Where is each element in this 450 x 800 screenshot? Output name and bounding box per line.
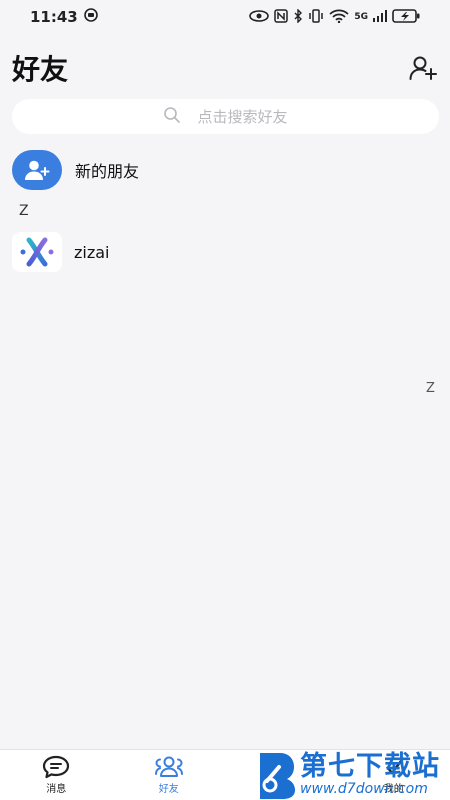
contact-avatar bbox=[12, 232, 62, 272]
nfc-icon bbox=[274, 8, 289, 26]
search-icon bbox=[163, 106, 181, 128]
network-type: 5G bbox=[354, 12, 368, 22]
new-friends-label: 新的朋友 bbox=[75, 162, 140, 181]
search-bar[interactable]: 点击搜索好友 bbox=[12, 99, 439, 134]
eye-icon bbox=[249, 9, 270, 25]
search-placeholder: 点击搜索好友 bbox=[197, 108, 288, 126]
header: 好友 bbox=[0, 48, 450, 88]
wifi-icon bbox=[329, 9, 349, 26]
contact-item[interactable]: zizai bbox=[12, 232, 438, 272]
friends-icon bbox=[154, 756, 183, 777]
section-header-z: Z bbox=[19, 203, 29, 219]
add-friend-button[interactable] bbox=[408, 53, 438, 83]
bluetooth-icon bbox=[293, 7, 303, 26]
contact-name: zizai bbox=[74, 242, 110, 262]
tab-friends-label: 好友 bbox=[158, 784, 179, 795]
index-letter-z[interactable]: Z bbox=[426, 381, 435, 396]
tab-messages-label: 消息 bbox=[46, 784, 67, 795]
add-user-icon bbox=[25, 160, 50, 180]
message-icon bbox=[43, 755, 70, 779]
signal-icon bbox=[373, 9, 387, 25]
new-friends-avatar bbox=[12, 150, 62, 190]
status-time: 11:43 bbox=[30, 8, 78, 26]
watermark-logo-icon bbox=[260, 753, 295, 799]
page-title: 好友 bbox=[12, 53, 69, 86]
notification-icon bbox=[83, 8, 98, 26]
tab-messages[interactable]: 消息 bbox=[0, 750, 113, 800]
tab-friends[interactable]: 好友 bbox=[113, 750, 226, 800]
battery-charging-icon bbox=[392, 8, 420, 26]
add-user-icon bbox=[409, 56, 437, 80]
watermark: 第七下载站 www.d7down.com bbox=[256, 748, 450, 800]
vibrate-icon bbox=[308, 8, 324, 26]
new-friends-item[interactable]: 新的朋友 bbox=[12, 150, 438, 190]
watermark-url: www.d7down.com bbox=[300, 780, 428, 797]
watermark-text: 第七下载站 bbox=[300, 750, 440, 782]
zizai-logo-icon bbox=[20, 237, 54, 267]
status-bar: 11:43 5G bbox=[0, 0, 450, 34]
